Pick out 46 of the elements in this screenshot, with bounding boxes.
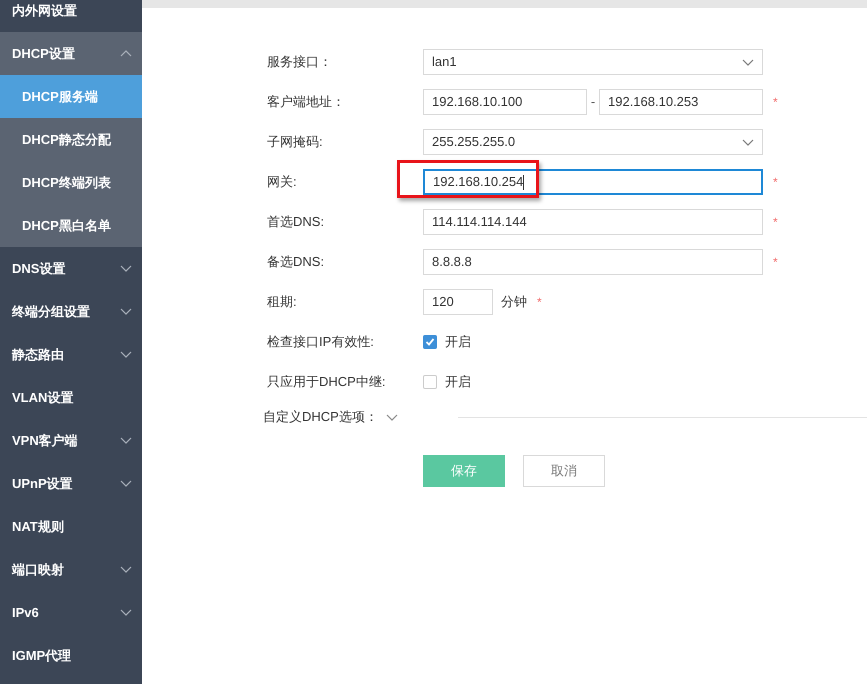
cancel-button[interactable]: 取消 — [523, 455, 605, 487]
chevron-down-icon — [120, 351, 132, 358]
checkbox-label: 开启 — [445, 373, 471, 392]
input-field[interactable]: 114.114.114.144 — [423, 209, 763, 235]
required-mark: * — [537, 294, 542, 311]
chevron-down-icon — [120, 265, 132, 272]
sidebar-item[interactable]: DHCP设置 — [0, 32, 142, 75]
field-label: 只应用于DHCP中继: — [267, 373, 386, 392]
field-label: 网关: — [267, 173, 298, 192]
sidebar-subitem[interactable]: DHCP终端列表 — [0, 161, 142, 204]
sidebar-subitem[interactable]: DHCP黑白名单 — [0, 204, 142, 247]
input-field[interactable]: 192.168.10.253 — [599, 89, 763, 115]
field-label: 检查接口IP有效性: — [267, 333, 375, 352]
text-cursor — [523, 174, 524, 190]
chevron-down-icon — [120, 566, 132, 573]
chevron-down-icon — [742, 138, 754, 146]
chevron-down-icon — [120, 437, 132, 444]
input-field[interactable]: 120 — [423, 289, 493, 315]
chevron-up-icon — [120, 50, 132, 57]
required-mark: * — [773, 214, 778, 231]
checkbox[interactable] — [423, 375, 437, 389]
chevron-down-icon — [120, 609, 132, 616]
chevron-down-icon — [120, 480, 132, 487]
field-label: 备选DNS: — [267, 253, 326, 272]
select-field[interactable]: 255.255.255.0 — [423, 129, 763, 155]
chevron-down-icon — [120, 308, 132, 315]
input-field[interactable]: 192.168.10.100 — [423, 89, 587, 115]
checkbox-label: 开启 — [445, 333, 471, 352]
range-separator: - — [590, 93, 596, 112]
field-label: 首选DNS: — [267, 213, 326, 232]
required-mark: * — [773, 94, 778, 111]
chevron-down-icon — [386, 414, 398, 420]
required-mark: * — [773, 254, 778, 271]
checkbox[interactable] — [423, 335, 437, 349]
field-label: 子网掩码: — [267, 133, 324, 152]
chevron-down-icon — [742, 58, 754, 66]
unit-label: 分钟 — [501, 293, 527, 312]
sidebar-subitem[interactable]: DHCP静态分配 — [0, 118, 142, 161]
input-field[interactable]: 192.168.10.254 — [423, 169, 763, 195]
select-field[interactable]: lan1 — [423, 49, 763, 75]
required-mark: * — [773, 174, 778, 191]
field-label: 服务接口： — [267, 53, 333, 72]
input-field[interactable]: 8.8.8.8 — [423, 249, 763, 275]
field-label: 租期: — [267, 293, 298, 312]
custom-options-toggle[interactable]: 自定义DHCP选项： — [263, 407, 398, 427]
field-label: 客户端地址： — [267, 93, 346, 112]
